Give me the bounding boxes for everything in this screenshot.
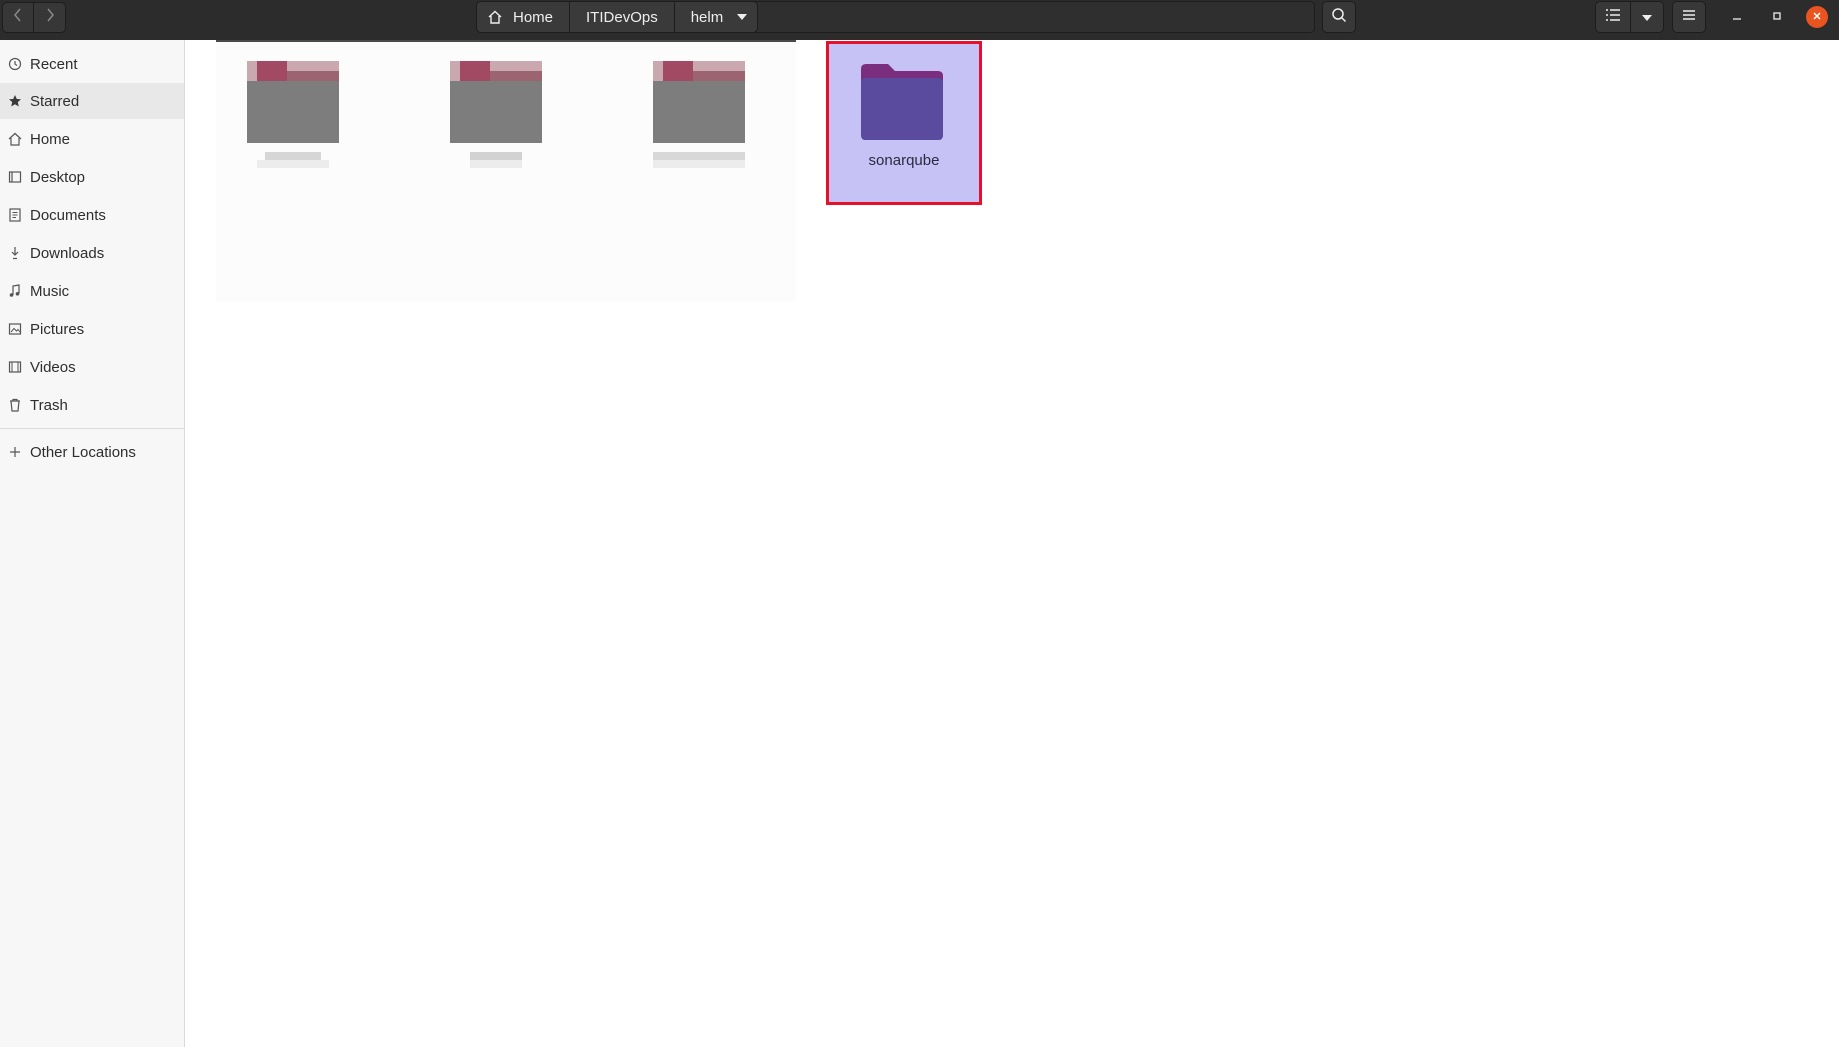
sidebar-item-recent[interactable]: Recent bbox=[0, 46, 184, 82]
close-icon bbox=[1812, 8, 1822, 26]
maximize-button[interactable] bbox=[1766, 6, 1788, 28]
sidebar-item-label: Desktop bbox=[30, 168, 86, 186]
sidebar-item-pictures[interactable]: Pictures bbox=[0, 311, 184, 347]
forward-button[interactable] bbox=[34, 2, 66, 33]
sidebar-item-desktop[interactable]: Desktop bbox=[0, 159, 184, 195]
back-button[interactable] bbox=[2, 2, 34, 33]
sidebar-item-starred[interactable]: Starred bbox=[0, 83, 184, 119]
close-button[interactable] bbox=[1806, 6, 1828, 28]
sidebar-item-music[interactable]: Music bbox=[0, 273, 184, 309]
breadcrumb-helm[interactable]: helm bbox=[673, 1, 759, 33]
sidebar-item-label: Music bbox=[30, 282, 70, 300]
sidebar-item-label: Recent bbox=[30, 55, 78, 73]
header-bar: Home ITIDevOps helm bbox=[0, 0, 1839, 40]
chevron-left-icon bbox=[13, 7, 23, 28]
minimize-button[interactable] bbox=[1726, 6, 1748, 28]
breadcrumb-itidevops[interactable]: ITIDevOps bbox=[569, 1, 674, 33]
folder-icon bbox=[858, 63, 944, 146]
pixelated-thumbnail[interactable] bbox=[653, 61, 745, 143]
sidebar-divider bbox=[0, 428, 184, 429]
breadcrumb-home[interactable]: Home bbox=[476, 1, 570, 33]
sidebar-item-label: Starred bbox=[30, 92, 80, 110]
sidebar-item-label: Home bbox=[30, 130, 71, 148]
hamburger-menu-icon bbox=[1682, 8, 1696, 26]
trash-icon bbox=[7, 397, 23, 413]
music-icon bbox=[7, 283, 23, 299]
picture-icon bbox=[7, 321, 23, 337]
sidebar-item-home[interactable]: Home bbox=[0, 121, 184, 157]
pixelated-thumbnail[interactable] bbox=[450, 61, 542, 143]
chevron-down-icon bbox=[1642, 8, 1652, 26]
video-icon bbox=[7, 359, 23, 375]
maximize-icon bbox=[1772, 8, 1782, 26]
folder-item-sonarqube[interactable]: sonarqube bbox=[826, 41, 982, 205]
sidebar-item-videos[interactable]: Videos bbox=[0, 349, 184, 385]
main-menu-button[interactable] bbox=[1672, 1, 1706, 33]
document-icon bbox=[7, 207, 23, 223]
chevron-down-icon[interactable] bbox=[737, 14, 748, 20]
sidebar: Recent Starred Home Desktop Documents Do… bbox=[0, 40, 185, 1047]
sidebar-item-label: Videos bbox=[30, 358, 76, 376]
overlay-top-line bbox=[216, 40, 796, 42]
sidebar-item-label: Downloads bbox=[30, 244, 105, 262]
breadcrumb: Home ITIDevOps helm bbox=[476, 1, 759, 33]
folder-label: sonarqube bbox=[868, 152, 940, 169]
plus-icon bbox=[7, 444, 23, 460]
list-view-button[interactable] bbox=[1595, 1, 1631, 33]
home-icon bbox=[7, 131, 23, 147]
sidebar-item-other-locations[interactable]: Other Locations bbox=[0, 434, 184, 470]
sidebar-item-label: Pictures bbox=[30, 320, 85, 338]
sidebar-item-label: Other Locations bbox=[30, 443, 136, 461]
list-view-icon bbox=[1605, 8, 1621, 27]
breadcrumb-label: helm bbox=[690, 8, 724, 26]
sidebar-item-label: Trash bbox=[30, 396, 68, 414]
sidebar-item-documents[interactable]: Documents bbox=[0, 197, 184, 233]
pixelated-label bbox=[653, 150, 745, 170]
clock-icon bbox=[7, 56, 23, 72]
search-button[interactable] bbox=[1322, 1, 1356, 33]
chevron-right-icon bbox=[45, 7, 55, 28]
sidebar-item-trash[interactable]: Trash bbox=[0, 387, 184, 423]
minimize-icon bbox=[1732, 8, 1742, 26]
file-view[interactable]: sonarqube bbox=[186, 40, 1839, 1047]
pixelated-thumbnail[interactable] bbox=[247, 61, 339, 143]
pixelated-label bbox=[257, 150, 329, 170]
home-icon bbox=[487, 9, 503, 25]
breadcrumb-label: Home bbox=[513, 8, 554, 26]
breadcrumb-label: ITIDevOps bbox=[586, 8, 658, 26]
pixelated-label bbox=[470, 150, 522, 170]
sidebar-item-label: Documents bbox=[30, 206, 106, 224]
sidebar-item-downloads[interactable]: Downloads bbox=[0, 235, 184, 271]
search-icon bbox=[1331, 7, 1347, 28]
navigation-buttons bbox=[2, 2, 66, 33]
view-options-button[interactable] bbox=[1630, 1, 1664, 33]
star-icon bbox=[7, 93, 23, 109]
download-icon bbox=[7, 245, 23, 261]
desktop-icon bbox=[7, 169, 23, 185]
